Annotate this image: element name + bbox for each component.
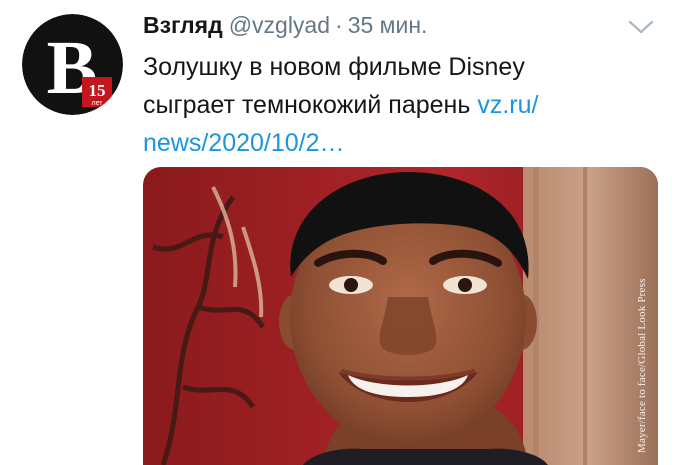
avatar-badge-number: 15 [89, 81, 106, 100]
tweet-media-photo[interactable]: Mayer/face to face/Global Look Press [143, 167, 658, 465]
tweet-text-line-1: Золушку в новом фильме Disney [143, 53, 525, 81]
tweet-header: Взгляд @vzglyad · 35 мин. [143, 10, 427, 40]
author-handle[interactable]: @vzglyad [229, 12, 330, 38]
avatar[interactable]: B 15 лет [22, 14, 123, 115]
photo-credit-text: Mayer/face to face/Global Look Press [636, 278, 648, 453]
tweet-timestamp[interactable]: 35 мин. [348, 12, 428, 38]
avatar-badge-text: лет [92, 100, 104, 107]
tweet-link-continued[interactable]: news/2020/10/2… [143, 124, 643, 162]
tweet-text-plain: сыграет темнокожий парень [143, 91, 478, 119]
separator-dot: · [335, 12, 343, 38]
tweet-text-line-2: сыграет темнокожий парень vz.ru/ [143, 86, 643, 124]
photo-portrait [143, 167, 658, 465]
photo-credit: Mayer/face to face/Global Look Press [636, 167, 656, 465]
vzglyad-logo-icon: B 15 лет [22, 14, 123, 115]
tweet-link[interactable]: vz.ru/ [477, 91, 538, 119]
tweet-text: Золушку в новом фильме Disney сыграет те… [143, 48, 643, 162]
tweet[interactable]: B 15 лет Взгляд @vzglyad · 35 мин. Золушку … [0, 0, 680, 465]
author-name[interactable]: Взгляд [143, 12, 223, 38]
chevron-down-icon[interactable] [626, 16, 656, 38]
